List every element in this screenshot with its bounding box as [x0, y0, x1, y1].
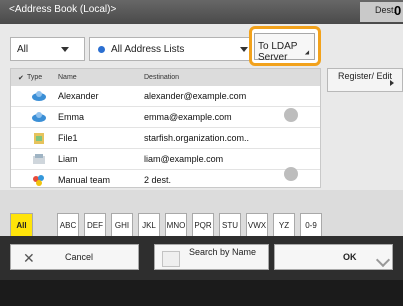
table-row[interactable]: Manual team 2 dest.	[11, 170, 320, 191]
type-filter-value: All	[17, 44, 29, 55]
row-destination: 2 dest.	[144, 175, 172, 185]
chevron-down-icon	[61, 47, 69, 52]
row-name: Liam	[58, 154, 78, 164]
group-icon	[33, 175, 44, 186]
register-edit-button[interactable]: Register/ Edit	[327, 68, 403, 92]
dest-count: 0	[394, 3, 402, 18]
file-server-icon	[34, 133, 44, 144]
row-destination: alexander@example.com	[144, 91, 247, 101]
scroll-down-button[interactable]	[284, 167, 298, 181]
check-column-icon: ✔	[18, 75, 24, 82]
table-header: ✔ Type Name Destination	[11, 69, 320, 86]
col-type: Type	[27, 74, 43, 81]
chevron-down-icon	[240, 47, 248, 52]
table-row[interactable]: Emma emma@example.com	[11, 107, 320, 128]
register-edit-label: Register/ Edit	[338, 71, 393, 81]
row-name: File1	[58, 133, 78, 143]
corner-arrow-icon	[375, 252, 391, 268]
col-destination: Destination	[144, 74, 180, 81]
address-list-dropdown[interactable]: All Address Lists	[89, 37, 255, 61]
scroll-up-button[interactable]	[284, 108, 298, 122]
row-destination: starfish.organization.com..	[144, 133, 250, 143]
ok-button[interactable]: OK	[274, 244, 393, 270]
search-by-name-button[interactable]: Search by Name	[154, 244, 269, 270]
email-contact-icon	[32, 112, 46, 122]
cancel-label: Cancel	[65, 252, 94, 262]
table-row[interactable]: Liam liam@example.com	[11, 149, 320, 170]
col-name: Name	[58, 74, 77, 81]
to-ldap-server-button[interactable]: To LDAP Server	[254, 33, 315, 63]
dest-label: Dest.	[375, 5, 397, 15]
bottom-strip	[0, 280, 403, 306]
row-destination: liam@example.com	[144, 154, 224, 164]
row-name: Alexander	[58, 91, 99, 101]
search-by-name-label: Search by Name	[189, 247, 257, 257]
chevron-right-icon	[390, 80, 394, 86]
page-title: <Address Book (Local)>	[9, 4, 117, 15]
radio-dot-icon	[98, 46, 105, 53]
fax-icon	[33, 154, 45, 164]
ok-label: OK	[343, 252, 357, 262]
table-row[interactable]: Alexander alexander@example.com	[11, 86, 320, 107]
cancel-button[interactable]: ✕ Cancel	[10, 244, 139, 270]
email-contact-icon	[32, 91, 46, 101]
address-list-value: All Address Lists	[111, 44, 185, 55]
close-icon: ✕	[23, 250, 35, 266]
row-destination: emma@example.com	[144, 112, 232, 122]
type-filter-dropdown[interactable]: All	[10, 37, 85, 61]
table-row[interactable]: File1 starfish.organization.com..	[11, 128, 320, 149]
row-name: Emma	[58, 112, 85, 122]
row-name: Manual team	[58, 175, 111, 185]
checkbox-icon	[162, 251, 180, 267]
